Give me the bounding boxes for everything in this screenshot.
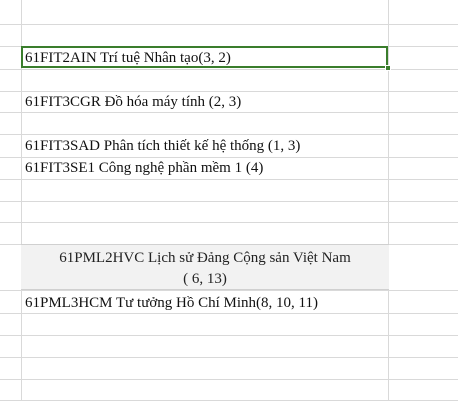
row-gridline <box>0 313 458 314</box>
row-gridline <box>0 134 458 135</box>
row-gridline <box>0 201 458 202</box>
row-gridline <box>0 222 458 223</box>
fill-handle[interactable] <box>385 65 391 71</box>
cell-61fit3se1[interactable]: 61FIT3SE1 Công nghệ phần mềm 1 (4) <box>25 158 263 178</box>
cell-61pml3hcm[interactable]: 61PML3HCM Tư tưởng Hồ Chí Minh(8, 10, 11… <box>25 293 318 313</box>
cell-61fit3cgr[interactable]: 61FIT3CGR Đồ hóa máy tính (2, 3) <box>25 92 241 112</box>
merged-cell-line-1: 61PML2HVC Lịch sử Đảng Cộng sản Việt Nam <box>59 250 351 266</box>
merged-cell-61pml2hvc[interactable]: 61PML2HVC Lịch sử Đảng Cộng sản Việt Nam… <box>21 244 389 290</box>
row-gridline <box>0 112 458 113</box>
row-gridline <box>0 290 458 291</box>
row-gridline <box>0 379 458 380</box>
cell-61fit3sad[interactable]: 61FIT3SAD Phân tích thiết kế hệ thống (1… <box>25 136 300 156</box>
row-gridline <box>0 335 458 336</box>
row-gridline <box>0 24 458 25</box>
row-gridline <box>0 179 458 180</box>
active-cell-selection <box>21 46 388 68</box>
merged-cell-line-2: ( 6, 13) <box>183 271 227 287</box>
spreadsheet-grid[interactable]: 61FIT2AIN Trí tuệ Nhân tạo(3, 2) 61FIT3C… <box>0 0 458 401</box>
row-gridline <box>0 357 458 358</box>
